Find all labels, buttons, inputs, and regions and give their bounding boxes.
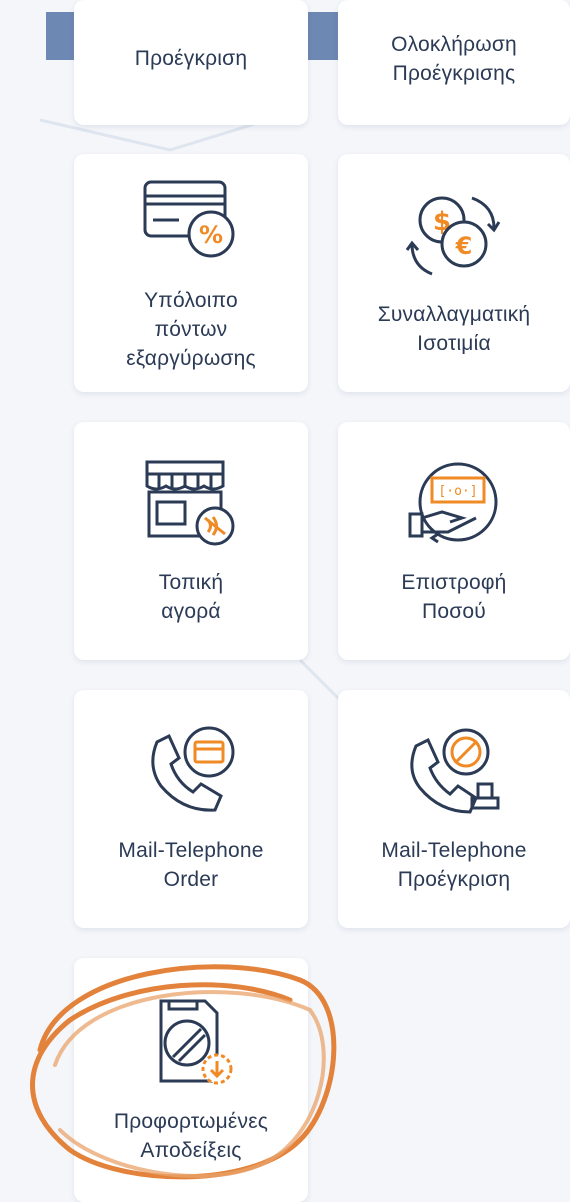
refund-hand-icon: [·o·]	[408, 462, 498, 544]
tile-mail-telephone-preauthorization[interactable]: Mail-Telephone Προέγκριση	[338, 690, 570, 928]
tile-redemption-points-balance[interactable]: % Υπόλοιπο πόντων εξαργύρωσης	[74, 154, 308, 392]
svg-text:[·o·]: [·o·]	[438, 484, 477, 499]
tile-label: Προέγκριση	[134, 47, 248, 70]
tile-mail-telephone-order[interactable]: Mail-Telephone Order	[74, 690, 308, 928]
tile-exchange-rate[interactable]: $ € Συναλλαγματική Ισοτιμία	[338, 154, 570, 392]
phone-card-icon	[151, 726, 235, 812]
tile-label: Υπόλοιπο πόντων εξαργύρωσης	[126, 288, 256, 370]
tile-label: Ολοκλήρωση Προέγκρισης	[391, 32, 517, 85]
card-percent-icon: %	[143, 180, 235, 257]
tile-label: Συναλλαγματική Ισοτιμία	[377, 303, 531, 355]
tile-amount-refund[interactable]: [·o·] Επιστροφή Ποσού	[338, 422, 570, 660]
tile-preloaded-receipts[interactable]: Προφορτωμένες Αποδείξεις	[74, 958, 308, 1202]
local-store-contactless-icon	[145, 460, 235, 546]
tile-label: Mail-Telephone Προέγκριση	[381, 839, 527, 891]
svg-text:%: %	[199, 221, 223, 249]
tile-preauthorization-completion[interactable]: Ολοκλήρωση Προέγκρισης	[338, 0, 570, 125]
currency-exchange-icon: $ €	[405, 196, 501, 276]
tile-label: Επιστροφή Ποσού	[401, 571, 507, 623]
phone-stamp-icon	[410, 728, 500, 814]
tile-label: Mail-Telephone Order	[118, 839, 264, 891]
tile-label: Τοπική αγορά	[158, 571, 224, 623]
tile-label: Προφορτωμένες Αποδείξεις	[113, 1110, 269, 1162]
receipt-download-icon	[159, 999, 233, 1085]
svg-text:€: €	[455, 232, 473, 260]
tile-local-market[interactable]: Τοπική αγορά	[74, 422, 308, 660]
tile-preauthorization[interactable]: Προέγκριση	[74, 0, 308, 125]
